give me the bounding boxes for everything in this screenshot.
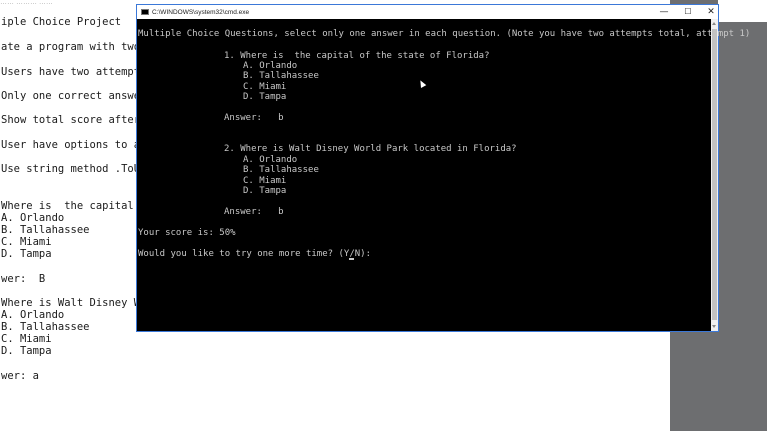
- option-line: A. Orlando: [243, 61, 298, 71]
- option-line: C. Miami: [243, 176, 287, 186]
- doc-line: iple Choice Project: [1, 16, 122, 28]
- window-title: C:\WINDOWS\system32\cmd.exe: [152, 8, 250, 16]
- retry-prompt[interactable]: Would you like to try one more time? (Y/…: [138, 249, 376, 260]
- console-header-line: Multiple Choice Questions, select only o…: [138, 29, 751, 39]
- doc-line: Only one correct answer: [1, 90, 147, 102]
- doc-line: D. Tampa: [1, 248, 52, 260]
- doc-line: D. Tampa: [1, 345, 52, 357]
- option-line: C. Miami: [243, 82, 287, 92]
- doc-line: wer: B: [1, 273, 46, 285]
- minimize-icon[interactable]: —: [653, 5, 675, 19]
- maximize-icon[interactable]: ☐: [677, 5, 699, 19]
- question-text: 2. Where is Walt Disney World Park locat…: [224, 144, 517, 154]
- doc-line: Where is the capital of: [1, 200, 153, 212]
- doc-line: A. Orlando: [1, 309, 65, 321]
- score-line: Your score is: 50%: [138, 228, 236, 238]
- doc-line: ate a program with two m: [1, 41, 153, 53]
- cmd-window[interactable]: C:\WINDOWS\system32\cmd.exe — ☐ ✕ Multip…: [136, 4, 750, 332]
- doc-line: Use string method .ToUpp: [1, 163, 153, 175]
- doc-line: User have options to ans: [1, 139, 153, 151]
- scroll-up-icon[interactable]: [712, 22, 716, 25]
- option-line: A. Orlando: [243, 155, 298, 165]
- text-cursor: [349, 258, 354, 260]
- scroll-down-icon[interactable]: [712, 325, 716, 328]
- option-line: D. Tampa: [243, 186, 287, 196]
- doc-line: Show total score after t: [1, 114, 153, 126]
- answer-line: Answer: b: [224, 113, 284, 123]
- option-line: B. Tallahassee: [243, 71, 319, 81]
- question-text: 1. Where is the capital of the state of …: [224, 51, 490, 61]
- doc-line: B. Tallahassee: [1, 321, 90, 333]
- cmd-icon: [141, 9, 149, 15]
- doc-line: wer: a: [1, 370, 39, 382]
- doc-line: C. Miami: [1, 236, 52, 248]
- doc-line: B. Tallahassee: [1, 224, 90, 236]
- editor-menu-fragment: …… ……… ……: [0, 0, 53, 6]
- doc-line: A. Orlando: [1, 212, 65, 224]
- close-icon[interactable]: ✕: [700, 5, 722, 19]
- scroll-thumb[interactable]: [712, 29, 717, 320]
- option-line: B. Tallahassee: [243, 165, 319, 175]
- side-panel-top: [718, 0, 767, 22]
- doc-line: C. Miami: [1, 333, 52, 345]
- option-line: D. Tampa: [243, 92, 287, 102]
- cmd-titlebar[interactable]: C:\WINDOWS\system32\cmd.exe — ☐ ✕: [137, 5, 718, 19]
- answer-line: Answer: b: [224, 207, 284, 217]
- doc-line: Where is Walt Disney Wor: [1, 297, 153, 309]
- vertical-scrollbar[interactable]: [711, 19, 718, 331]
- doc-line: Users have two attempts: [1, 66, 147, 78]
